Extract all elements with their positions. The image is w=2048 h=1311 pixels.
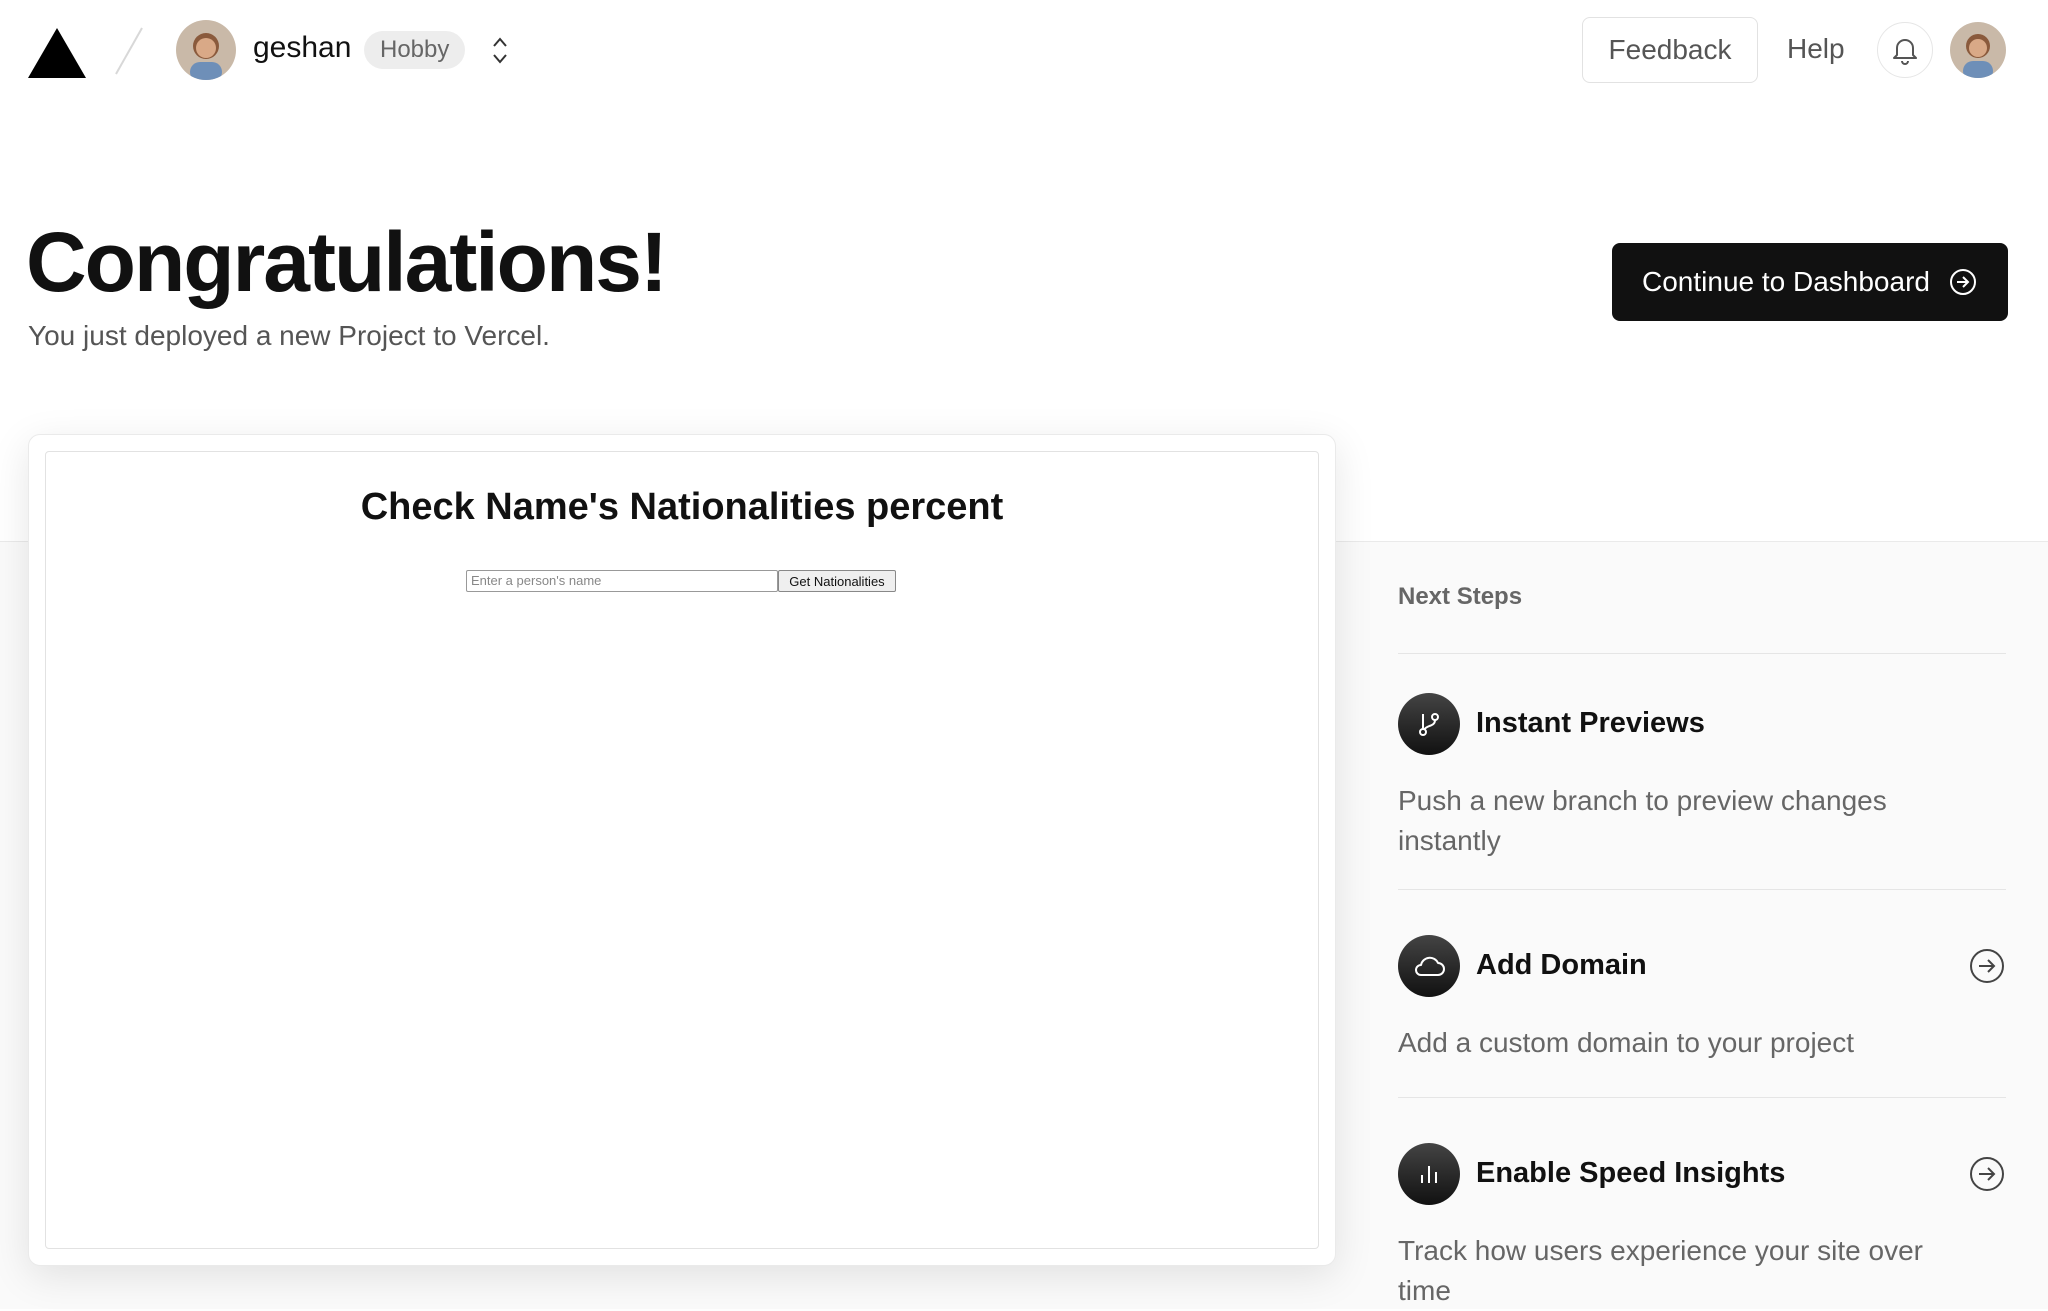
account-name[interactable]: geshan	[253, 31, 351, 65]
divider	[1398, 889, 2006, 890]
divider	[1398, 653, 2006, 654]
continue-button-label: Continue to Dashboard	[1642, 266, 1930, 297]
step-description: Push a new branch to preview changes ins…	[1398, 785, 1887, 856]
preview-heading: Check Name's Nationalities percent	[360, 486, 1004, 528]
notifications-button[interactable]	[1877, 22, 1933, 78]
arrow-circle-right-icon	[1949, 269, 1976, 295]
help-link[interactable]: Help	[1787, 33, 1845, 65]
feedback-button[interactable]: Feedback	[1582, 17, 1758, 83]
chevron-up-down-icon[interactable]	[486, 30, 514, 70]
preview-name-input: Enter a person's name	[466, 570, 778, 592]
team-avatar[interactable]	[176, 20, 236, 80]
bar-chart-icon	[1398, 1143, 1460, 1205]
deployment-preview-screenshot: Check Name's Nationalities percent Enter…	[45, 451, 1319, 1249]
plan-badge: Hobby	[364, 31, 466, 69]
next-steps-title: Next Steps	[1398, 583, 1523, 610]
bell-icon	[1893, 39, 1917, 65]
step-title: Enable Speed Insights	[1476, 1157, 1786, 1189]
page-title: Congratulations!	[26, 215, 668, 309]
git-branch-icon	[1398, 693, 1460, 755]
step-description: Track how users experience your site ove…	[1398, 1235, 1923, 1306]
vercel-logo-icon[interactable]	[28, 28, 86, 78]
cloud-icon	[1398, 935, 1460, 997]
page-subtitle: You just deployed a new Project to Verce…	[28, 320, 550, 351]
continue-to-dashboard-button[interactable]: Continue to Dashboard	[1612, 243, 2008, 321]
top-navigation: geshan Hobby Feedback Help	[0, 0, 2048, 104]
step-title: Instant Previews	[1476, 707, 1705, 739]
deployment-preview-card[interactable]: Check Name's Nationalities percent Enter…	[28, 434, 1336, 1266]
arrow-circle-right-icon[interactable]	[1968, 947, 2006, 985]
preview-get-nationalities-button: Get Nationalities	[778, 570, 896, 592]
breadcrumb-separator-icon	[115, 27, 143, 75]
divider	[1398, 1097, 2006, 1098]
step-title: Add Domain	[1476, 949, 1647, 981]
arrow-circle-right-icon[interactable]	[1968, 1155, 2006, 1193]
user-avatar[interactable]	[1950, 22, 2006, 78]
step-description: Add a custom domain to your project	[1398, 1027, 1855, 1058]
